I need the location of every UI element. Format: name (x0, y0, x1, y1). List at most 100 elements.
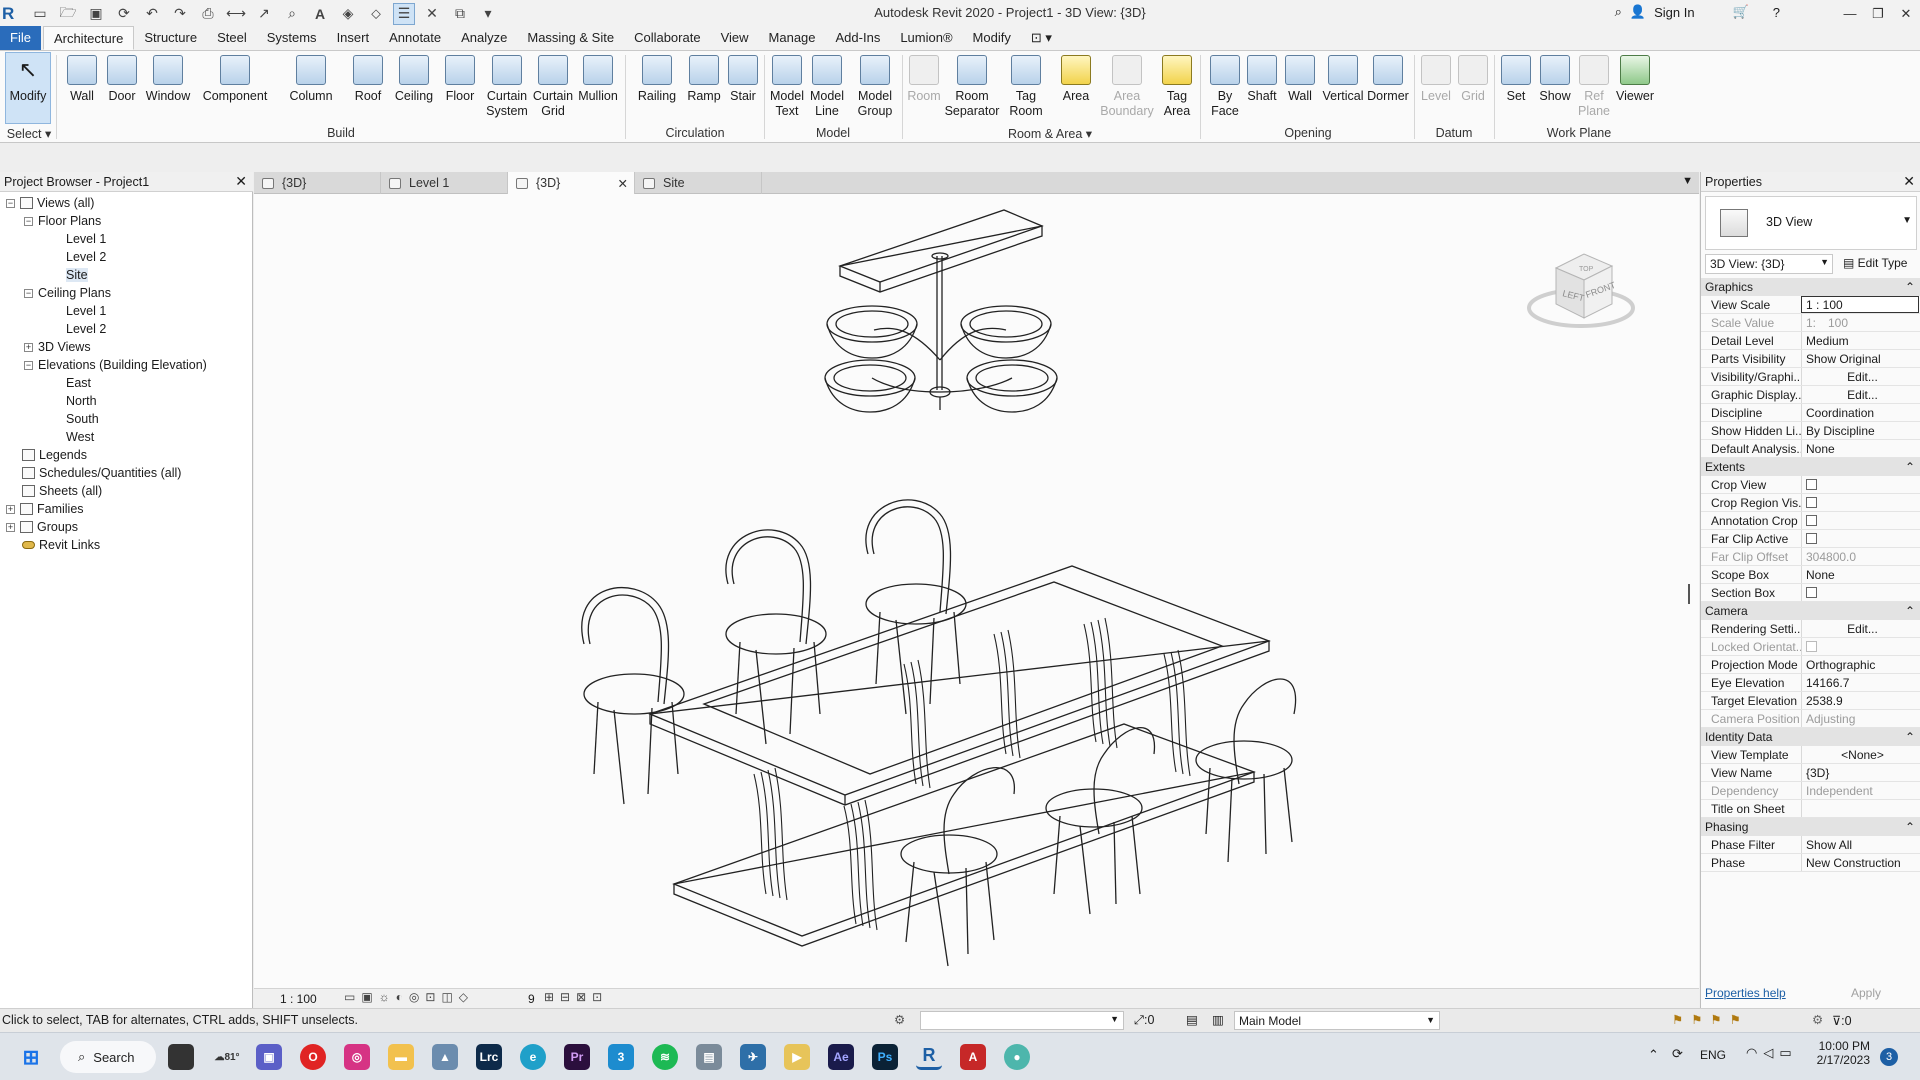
view-tab-3d-active[interactable]: {3D} ✕ (508, 172, 635, 194)
design-options-icon[interactable]: ▤ (1186, 1012, 1198, 1027)
file-explorer-icon[interactable]: ▬ (388, 1044, 414, 1070)
workset-dropdown[interactable]: ▼ (920, 1011, 1124, 1030)
tree-item-site[interactable]: Site (66, 266, 88, 284)
open-file-icon[interactable]: 🗁 (57, 3, 79, 25)
prop-far-clip-active[interactable]: Far Clip Active (1701, 530, 1920, 548)
tree-item-views[interactable]: − Views (all) (6, 194, 94, 212)
tag-room-button[interactable]: Tag Room (1006, 53, 1046, 123)
edit-type-button[interactable]: ▤ Edit Type (1843, 254, 1907, 270)
tag-area-button[interactable]: Tag Area (1158, 53, 1196, 123)
type-selector[interactable]: 3D View ▼ (1705, 196, 1917, 250)
tree-item-floor-level-2[interactable]: Level 2 (66, 248, 106, 266)
window-button[interactable]: Window (144, 53, 192, 123)
prop-graphic-display[interactable]: Graphic Display... Edit... (1701, 386, 1920, 404)
prop-view-template[interactable]: View Template <None> (1701, 746, 1920, 764)
tab-insert[interactable]: Insert (327, 26, 380, 50)
prop-detail-level[interactable]: Detail Level Medium (1701, 332, 1920, 350)
view-tab-site[interactable]: Site (635, 172, 762, 194)
view-template-button[interactable]: <None> (1801, 746, 1919, 763)
contextual-tab-toggle[interactable]: ⊡ ▾ (1021, 26, 1062, 50)
set-button[interactable]: Set (1500, 53, 1532, 123)
tree-item-revit-links[interactable]: Revit Links (22, 536, 100, 554)
open-icon[interactable]: ▭ (29, 3, 51, 25)
taskbar-search[interactable]: ⌕ Search (60, 1041, 156, 1073)
design-option-dropdown[interactable]: Main Model ▼ (1234, 1011, 1440, 1030)
prop-visibility-graphics[interactable]: Visibility/Graphi... Edit... (1701, 368, 1920, 386)
properties-close-icon[interactable]: ✕ (1903, 173, 1915, 190)
language-indicator[interactable]: ENG (1700, 1048, 1726, 1062)
lightroom-classic-icon[interactable]: Lrc (476, 1044, 502, 1070)
prop-title-on-sheet[interactable]: Title on Sheet (1701, 800, 1920, 818)
tab-steel[interactable]: Steel (207, 26, 257, 50)
tree-item-elevations[interactable]: − Elevations (Building Elevation) (24, 356, 207, 374)
section-icon[interactable]: ⬦ (365, 3, 387, 25)
tree-item-floor-plans[interactable]: − Floor Plans (24, 212, 101, 230)
stair-button[interactable]: Stair (726, 53, 760, 123)
tree-item-ceiling-plans[interactable]: − Ceiling Plans (24, 284, 111, 302)
view-scale-control[interactable]: 1 : 100 (280, 992, 317, 1006)
show-button[interactable]: Show (1536, 53, 1574, 123)
properties-help-link[interactable]: Properties help (1705, 986, 1786, 1000)
model-group-button[interactable]: Model Group (852, 53, 898, 123)
select-panel-label[interactable]: Select ▾ (4, 126, 54, 141)
tray-icons[interactable]: ◠◁▭ (1746, 1045, 1798, 1061)
tab-systems[interactable]: Systems (257, 26, 327, 50)
viewcube[interactable]: LEFT FRONT TOP (1526, 244, 1636, 334)
opening-wall-button[interactable]: Wall (1284, 53, 1316, 123)
shaft-button[interactable]: Shaft (1244, 53, 1280, 123)
default-3d-view-icon[interactable]: ◈ (337, 3, 359, 25)
customize-qat-icon[interactable]: ▾ (477, 3, 499, 25)
tab-collaborate[interactable]: Collaborate (624, 26, 711, 50)
view-tabs-menu-icon[interactable]: ▼ (1682, 175, 1693, 187)
area-boundary-button[interactable]: Area Boundary (1100, 53, 1154, 123)
curtain-grid-button[interactable]: Curtain Grid (532, 53, 574, 123)
filter-count[interactable]: ⊽:0 (1832, 1013, 1852, 1028)
modify-button[interactable]: ↖ Modify (5, 52, 51, 124)
tree-item-families[interactable]: + Families (6, 500, 84, 518)
prop-crop-region-visible[interactable]: Crop Region Vis... (1701, 494, 1920, 512)
text-icon[interactable]: A (309, 3, 331, 25)
column-button[interactable]: Column (286, 53, 336, 123)
signin-area[interactable]: ⌕ 👤 Sign In 🛒 ? (1615, 4, 1780, 20)
dormer-button[interactable]: Dormer (1366, 53, 1410, 123)
tab-annotate[interactable]: Annotate (379, 26, 451, 50)
sync-icon[interactable]: ⟳ (113, 3, 135, 25)
tab-architecture[interactable]: Architecture (42, 26, 135, 50)
tree-item-north[interactable]: North (66, 392, 97, 410)
room-area-panel-label[interactable]: Room & Area ▾ (904, 126, 1196, 141)
level-button[interactable]: Level (1418, 53, 1454, 123)
prop-phase-filter[interactable]: Phase Filter Show All (1701, 836, 1920, 854)
prop-show-hidden-lines[interactable]: Show Hidden Li... By Discipline (1701, 422, 1920, 440)
drawing-viewport[interactable]: LEFT FRONT TOP (254, 194, 1699, 998)
prop-rendering-settings[interactable]: Rendering Setti... Edit... (1701, 620, 1920, 638)
tab-analyze[interactable]: Analyze (451, 26, 517, 50)
after-effects-icon[interactable]: Ae (828, 1044, 854, 1070)
tree-item-ceiling-level-1[interactable]: Level 1 (66, 302, 106, 320)
tree-item-schedules[interactable]: Schedules/Quantities (all) (22, 464, 181, 482)
instagram-icon[interactable]: ◎ (344, 1044, 370, 1070)
model-text-button[interactable]: Model Text (768, 53, 806, 123)
close-hidden-icon[interactable]: ✕ (421, 3, 443, 25)
tree-item-groups[interactable]: + Groups (6, 518, 78, 536)
crop-view-checkbox[interactable] (1806, 479, 1817, 490)
extents-group-header[interactable]: Extents ⌃ (1701, 458, 1920, 476)
revit-logo[interactable]: R (2, 4, 26, 24)
mullion-button[interactable]: Mullion (576, 53, 620, 123)
photos-icon[interactable]: ▲ (432, 1044, 458, 1070)
room-button[interactable]: Room (904, 53, 944, 123)
edge-icon[interactable]: e (520, 1044, 546, 1070)
tree-item-floor-level-1[interactable]: Level 1 (66, 230, 106, 248)
tab-lumion[interactable]: Lumion® (890, 26, 962, 50)
ref-plane-button[interactable]: Ref Plane (1578, 53, 1610, 123)
restore-icon[interactable]: ❐ (1864, 0, 1892, 27)
tag-icon[interactable]: ⌕ (281, 3, 303, 25)
spotify-icon[interactable]: ≋ (652, 1044, 678, 1070)
tab-view[interactable]: View (711, 26, 759, 50)
teams-chat-icon[interactable]: ▣ (256, 1044, 282, 1070)
undo-icon[interactable]: ↶ (141, 3, 163, 25)
prop-crop-view[interactable]: Crop View (1701, 476, 1920, 494)
background-process-icon[interactable]: ⚙ (1812, 1012, 1823, 1027)
prop-view-name[interactable]: View Name {3D} (1701, 764, 1920, 782)
view-control-icons[interactable]: ▭▣☼◐◎⊡◫◇ (344, 990, 474, 1004)
close-icon[interactable]: ✕ (1892, 0, 1920, 27)
